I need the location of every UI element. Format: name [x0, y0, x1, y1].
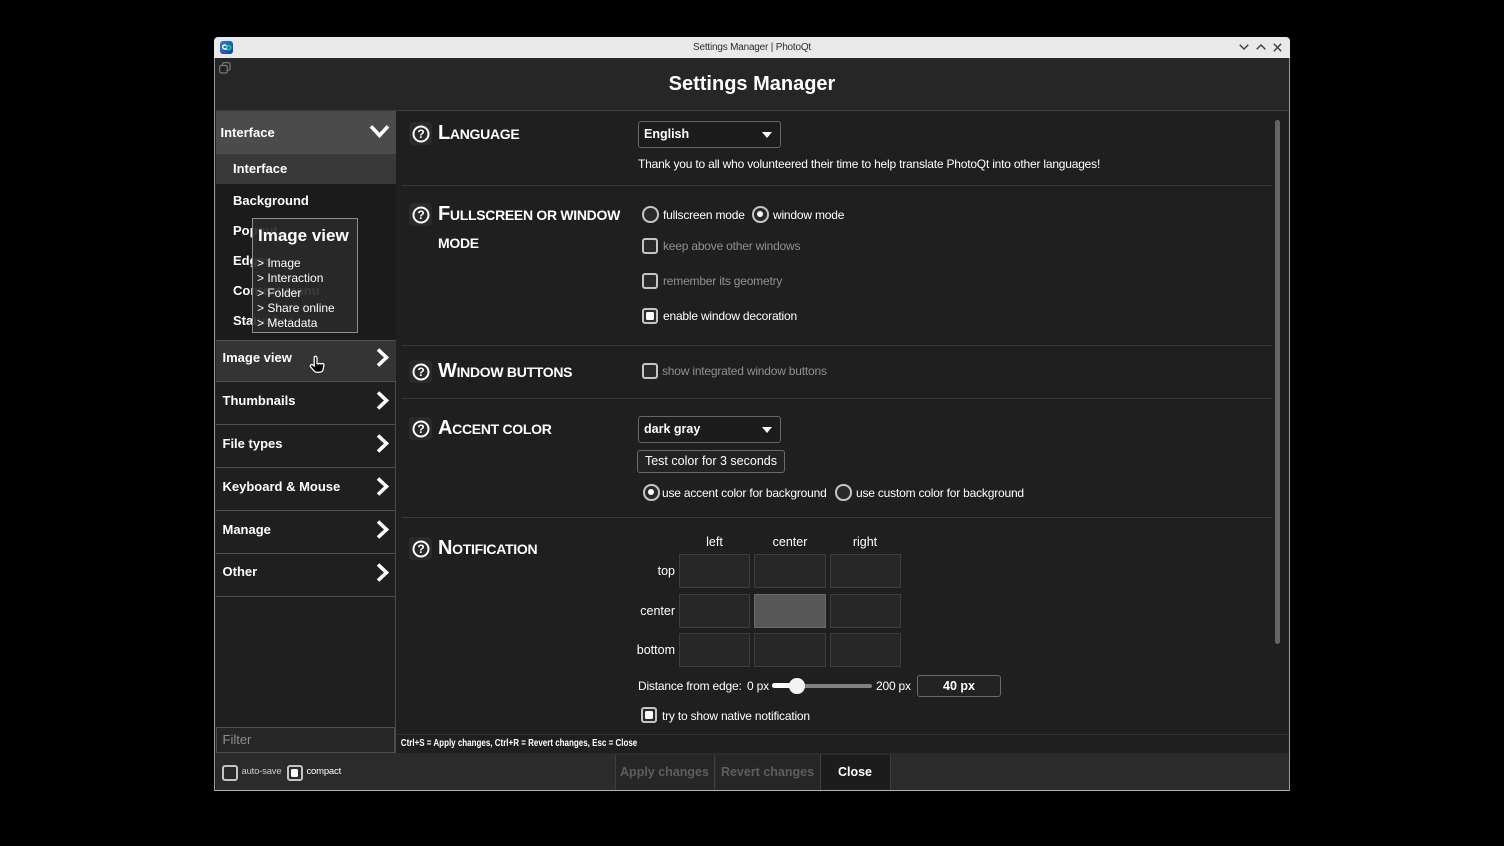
- svg-text:?: ?: [417, 542, 424, 556]
- svg-text:?: ?: [417, 127, 424, 141]
- svg-text:?: ?: [417, 365, 424, 379]
- svg-text:?: ?: [417, 208, 424, 222]
- svg-text:?: ?: [417, 422, 424, 436]
